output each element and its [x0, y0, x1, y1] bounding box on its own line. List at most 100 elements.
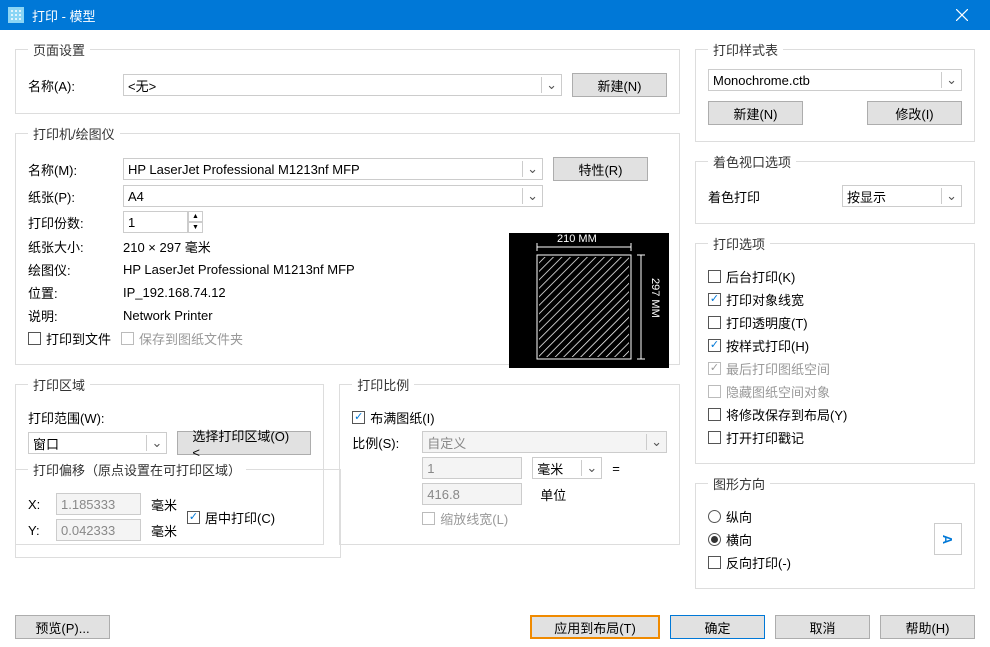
close-button[interactable]: [942, 0, 982, 30]
lineweight-checkbox[interactable]: 打印对象线宽: [708, 290, 804, 309]
ok-button[interactable]: 确定: [670, 615, 765, 639]
range-combo[interactable]: 窗口 ⌄: [28, 432, 167, 454]
help-button[interactable]: 帮助(H): [880, 615, 975, 639]
plotter-label: 绘图仪:: [28, 260, 113, 279]
scale-a-input: [422, 457, 522, 479]
titlebar: 打印 - 模型: [0, 0, 990, 30]
paperspace-last-checkbox: 最后打印图纸空间: [708, 359, 830, 378]
spinner-up-icon[interactable]: ▲: [188, 211, 203, 222]
window-title: 打印 - 模型: [32, 6, 942, 25]
page-setup-legend: 页面设置: [28, 40, 90, 59]
checkbox-icon: [708, 431, 721, 444]
plotter-value: HP LaserJet Professional M1213nf MFP: [123, 262, 355, 277]
chevron-down-icon: ⌄: [146, 435, 162, 451]
hide-paperspace-checkbox: 隐藏图纸空间对象: [708, 382, 830, 401]
paper-preview: 210 MM 297 MM: [509, 233, 669, 368]
styles-group: 打印样式表 Monochrome.ctb ⌄ 新建(N) 修改(I): [695, 40, 975, 142]
offset-group: 打印偏移（原点设置在可打印区域） X: 毫米 Y: 毫米: [15, 460, 341, 558]
by-style-checkbox[interactable]: 按样式打印(H): [708, 336, 809, 355]
center-print-checkbox[interactable]: 居中打印(C): [187, 508, 275, 527]
chevron-down-icon: ⌄: [541, 77, 557, 93]
select-area-button[interactable]: 选择打印区域(O)<: [177, 431, 311, 455]
preview-button[interactable]: 预览(P)...: [15, 615, 110, 639]
description-value: Network Printer: [123, 308, 213, 323]
copies-label: 打印份数:: [28, 213, 113, 232]
reverse-print-checkbox[interactable]: 反向打印(-): [708, 553, 791, 572]
printer-name-label: 名称(M):: [28, 160, 113, 179]
x-input: [56, 493, 141, 515]
chevron-down-icon: ⌄: [522, 188, 538, 204]
checkbox-icon: [708, 385, 721, 398]
offset-legend: 打印偏移（原点设置在可打印区域）: [28, 460, 246, 479]
stamp-checkbox[interactable]: 打开打印戳记: [708, 428, 804, 447]
checkbox-icon: [187, 511, 200, 524]
scale-unit-combo[interactable]: 毫米 ⌄: [532, 457, 602, 479]
portrait-radio[interactable]: 纵向: [708, 507, 752, 526]
y-label: Y:: [28, 523, 46, 538]
scale-label: 比例(S):: [352, 433, 412, 452]
options-legend: 打印选项: [708, 234, 770, 253]
shade-plot-combo[interactable]: 按显示 ⌄: [842, 185, 962, 207]
scale-b-input: [422, 483, 522, 505]
checkbox-icon: [28, 332, 41, 345]
chevron-down-icon: ⌄: [581, 460, 597, 476]
checkbox-icon: [352, 411, 365, 424]
checkbox-icon: [708, 293, 721, 306]
chevron-down-icon: ⌄: [941, 72, 957, 88]
scale-unit2: 单位: [532, 485, 602, 504]
checkbox-icon: [708, 362, 721, 375]
printer-props-button[interactable]: 特性(R): [553, 157, 648, 181]
print-scale-group: 打印比例 布满图纸(I) 比例(S): 自定义 ⌄: [339, 375, 680, 545]
bottom-bar: 预览(P)... 应用到布局(T) 确定 取消 帮助(H): [0, 607, 990, 647]
checkbox-icon: [121, 332, 134, 345]
printer-name-combo[interactable]: HP LaserJet Professional M1213nf MFP ⌄: [123, 158, 543, 180]
shade-plot-label: 着色打印: [708, 187, 832, 206]
bg-print-checkbox[interactable]: 后台打印(K): [708, 267, 795, 286]
radio-icon: [708, 510, 721, 523]
printer-legend: 打印机/绘图仪: [28, 124, 120, 143]
apply-to-layout-button[interactable]: 应用到布局(T): [530, 615, 660, 639]
landscape-radio[interactable]: 横向: [708, 530, 752, 549]
description-label: 说明:: [28, 306, 113, 325]
fit-paper-checkbox[interactable]: 布满图纸(I): [352, 408, 434, 427]
close-icon: [956, 9, 968, 21]
transparency-checkbox[interactable]: 打印透明度(T): [708, 313, 808, 332]
new-page-setup-button[interactable]: 新建(N): [572, 73, 667, 97]
style-table-combo[interactable]: Monochrome.ctb ⌄: [708, 69, 962, 91]
x-label: X:: [28, 497, 46, 512]
viewport-legend: 着色视口选项: [708, 152, 796, 171]
orientation-legend: 图形方向: [708, 474, 770, 493]
checkbox-icon: [708, 408, 721, 421]
location-label: 位置:: [28, 283, 113, 302]
paper-preview-icon: [509, 233, 669, 368]
print-to-file-checkbox[interactable]: 打印到文件: [28, 329, 111, 348]
orientation-group: 图形方向 纵向 横向 反向打印(-) A: [695, 474, 975, 589]
page-setup-name-combo[interactable]: <无> ⌄: [123, 74, 562, 96]
radio-icon: [708, 533, 721, 546]
name-label: 名称(A):: [28, 76, 113, 95]
app-icon: [8, 7, 24, 23]
spinner-down-icon[interactable]: ▼: [188, 222, 203, 233]
checkbox-icon: [708, 270, 721, 283]
paper-size-value: 210 × 297 毫米: [123, 237, 211, 256]
print-scale-legend: 打印比例: [352, 375, 414, 394]
printer-group: 打印机/绘图仪 名称(M): HP LaserJet Professional …: [15, 124, 680, 365]
checkbox-icon: [708, 339, 721, 352]
options-group: 打印选项 后台打印(K) 打印对象线宽 打印透明度(T) 按样式打印(H) 最后…: [695, 234, 975, 464]
style-edit-button[interactable]: 修改(I): [867, 101, 962, 125]
orientation-icon: A: [934, 523, 962, 555]
checkbox-icon: [708, 316, 721, 329]
style-new-button[interactable]: 新建(N): [708, 101, 803, 125]
paper-combo[interactable]: A4 ⌄: [123, 185, 543, 207]
checkbox-icon: [422, 512, 435, 525]
cancel-button[interactable]: 取消: [775, 615, 870, 639]
checkbox-icon: [708, 556, 721, 569]
save-changes-checkbox[interactable]: 将修改保存到布局(Y): [708, 405, 847, 424]
page-setup-group: 页面设置 名称(A): <无> ⌄ 新建(N): [15, 40, 680, 114]
copies-input[interactable]: [123, 211, 188, 233]
styles-legend: 打印样式表: [708, 40, 783, 59]
paper-size-label: 纸张大小:: [28, 237, 113, 256]
scale-lineweight-checkbox: 缩放线宽(L): [422, 509, 508, 528]
copies-spinner[interactable]: ▲▼: [123, 211, 203, 233]
viewport-group: 着色视口选项 着色打印 按显示 ⌄: [695, 152, 975, 224]
